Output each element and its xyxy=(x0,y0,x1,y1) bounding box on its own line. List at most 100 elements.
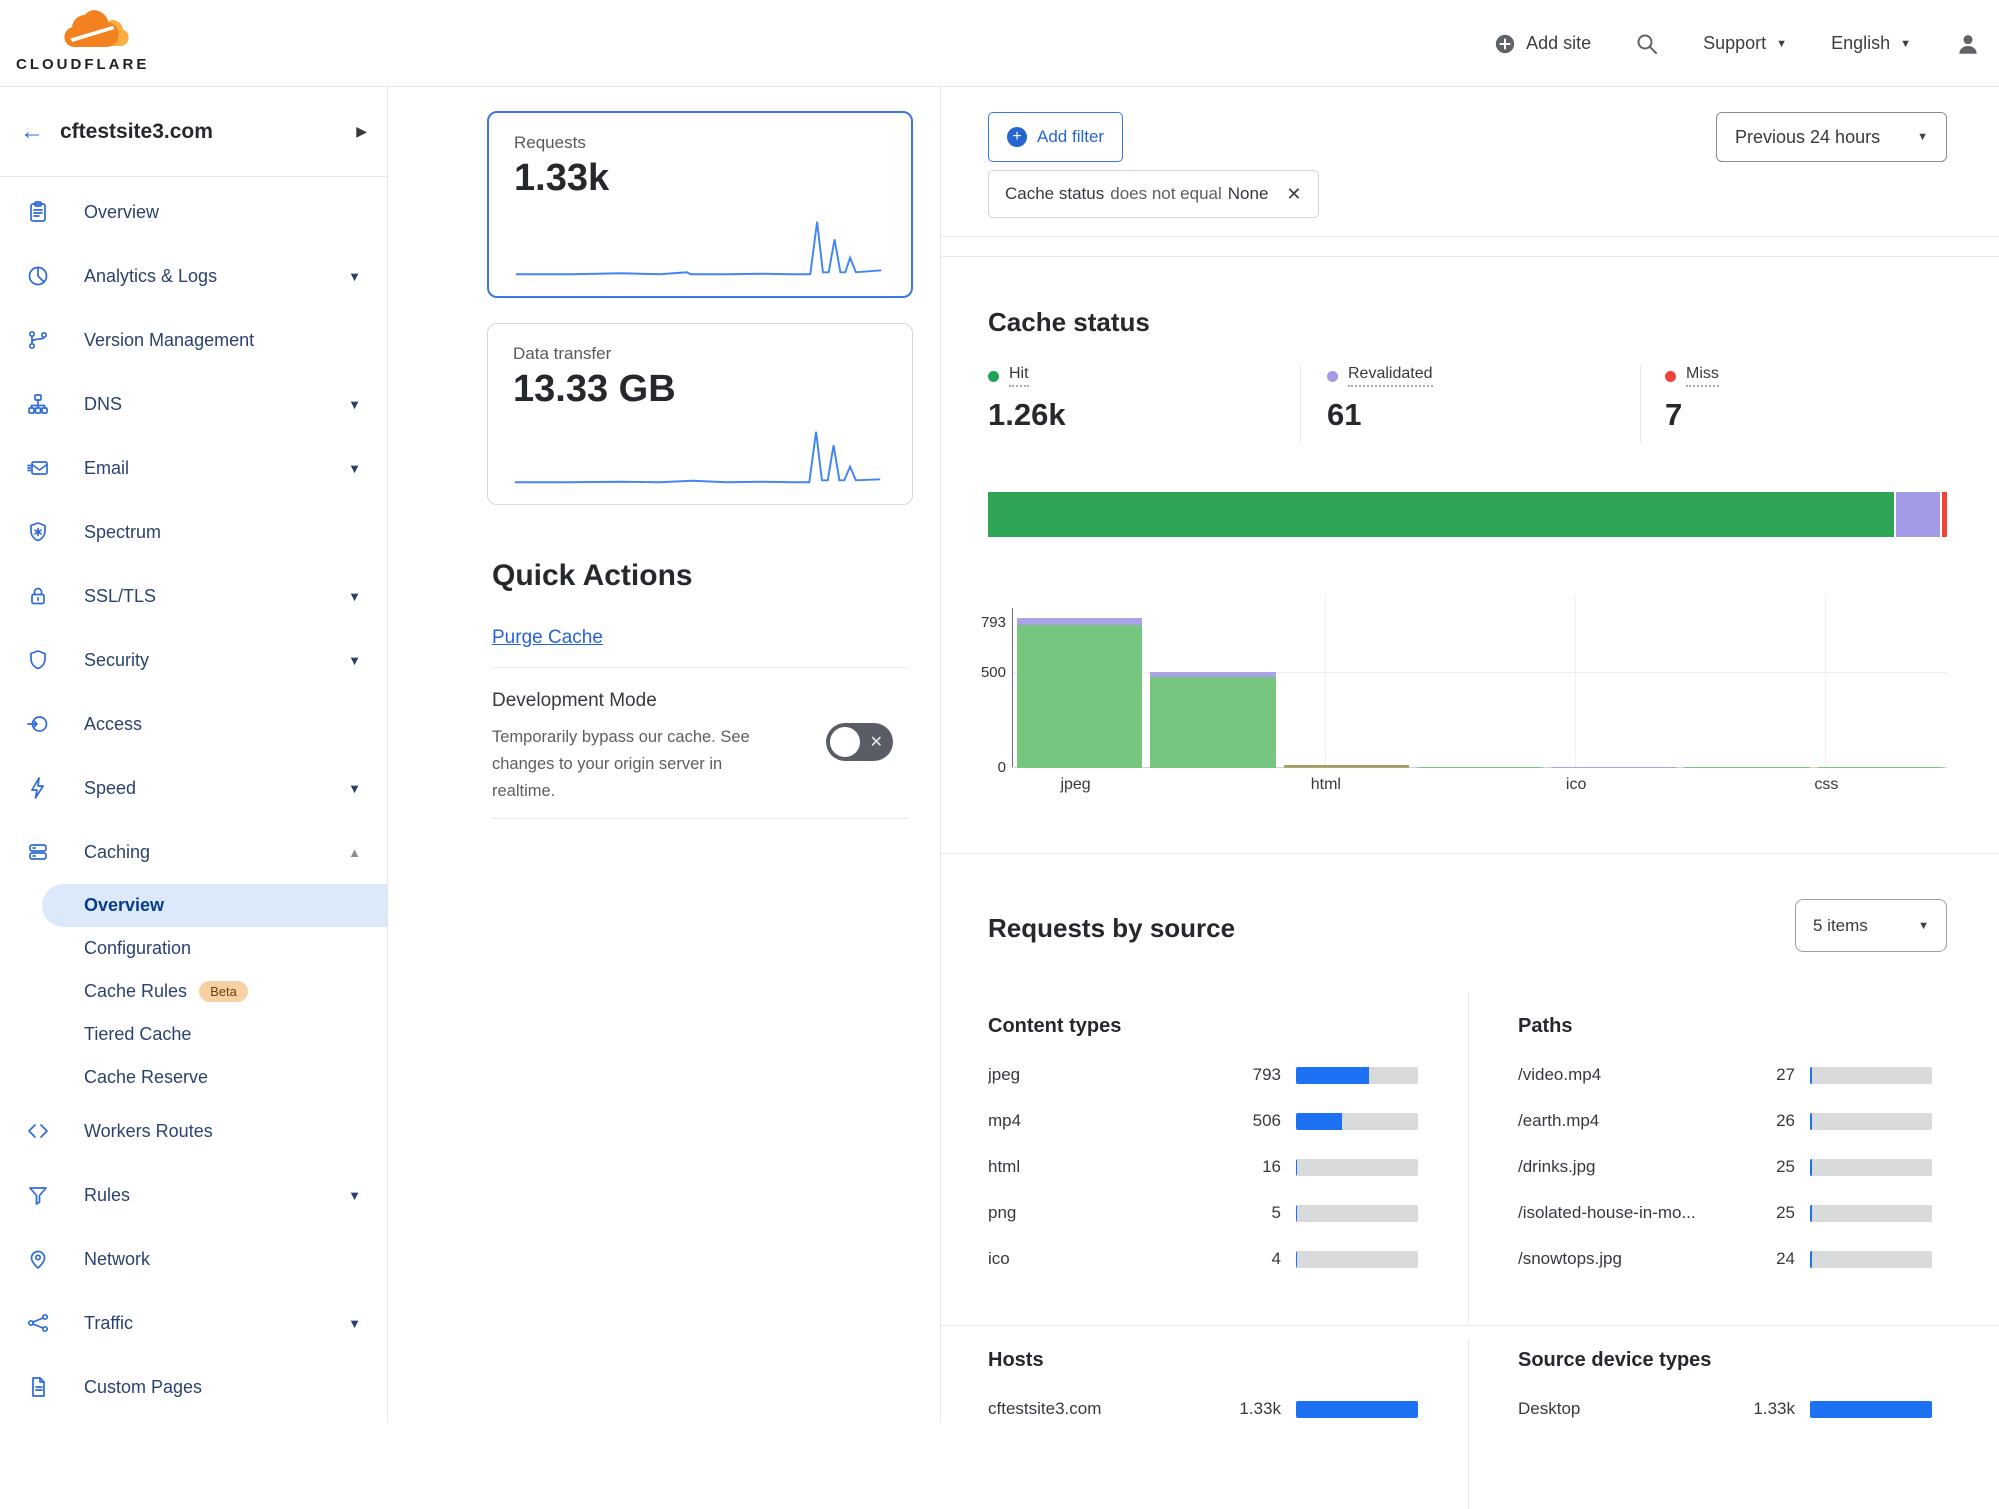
toggle-knob xyxy=(830,727,860,757)
sidebar-item-ssl-tls[interactable]: SSL/TLS▼ xyxy=(0,564,387,628)
stacked-segment-miss xyxy=(1942,492,1947,537)
sidebar-item-speed[interactable]: Speed▼ xyxy=(0,756,387,820)
data-transfer-value: 13.33 GB xyxy=(513,368,676,411)
remove-filter-icon[interactable]: ✕ xyxy=(1286,184,1301,205)
plus-circle-icon: + xyxy=(1007,127,1027,147)
sidebar-nav: OverviewAnalytics & Logs▼Version Managem… xyxy=(0,177,387,1419)
divider xyxy=(1468,992,1469,1322)
sidebar-item-security[interactable]: Security▼ xyxy=(0,628,387,692)
sidebar-item-overview[interactable]: Overview xyxy=(0,180,387,244)
search-button[interactable] xyxy=(1635,32,1659,56)
requests-card[interactable]: Requests 1.33k xyxy=(487,111,913,298)
development-mode-toggle[interactable]: ✕ xyxy=(826,723,893,761)
stacked-segment-hit xyxy=(988,492,1894,537)
chevron-down-icon: ▼ xyxy=(348,653,361,668)
mail-icon xyxy=(26,456,50,480)
cloudflare-logo[interactable]: CLOUDFLARE xyxy=(16,6,166,73)
divider xyxy=(941,236,1999,237)
sidebar-subitem-cache-rules[interactable]: Cache RulesBeta xyxy=(42,970,387,1013)
miss-label[interactable]: Miss xyxy=(1686,365,1719,387)
value-bar xyxy=(1810,1205,1932,1222)
chevron-right-icon[interactable]: ▶ xyxy=(356,123,367,140)
add-site-button[interactable]: Add site xyxy=(1494,33,1591,55)
cache-status-stacked-bar[interactable] xyxy=(988,492,1947,537)
source-row-isolated-house-in-mo: /isolated-house-in-mo...25 xyxy=(1518,1190,1932,1236)
bar-html[interactable] xyxy=(1284,618,1409,768)
hit-segment xyxy=(1818,767,1943,769)
analytics-panel: + Add filter Cache status does not equal… xyxy=(941,87,1999,1422)
bar-jpeg[interactable] xyxy=(1017,618,1142,768)
requests-label: Requests xyxy=(514,133,586,153)
bar-svg[interactable] xyxy=(1684,618,1809,768)
source-row-jpeg: jpeg793 xyxy=(988,1052,1418,1098)
sidebar-item-custom-pages[interactable]: Custom Pages xyxy=(0,1355,387,1419)
sidebar-item-traffic[interactable]: Traffic▼ xyxy=(0,1291,387,1355)
divider xyxy=(1300,365,1301,443)
account-menu[interactable] xyxy=(1955,31,1981,57)
y-axis-tick: 500 xyxy=(964,664,1006,681)
sidebar-item-email[interactable]: Email▼ xyxy=(0,436,387,500)
value-bar xyxy=(1810,1067,1932,1084)
purge-cache-link[interactable]: Purge Cache xyxy=(492,627,603,649)
divider xyxy=(941,853,1999,854)
sidebar-item-network[interactable]: Network xyxy=(0,1227,387,1291)
chevron-down-icon: ▼ xyxy=(348,589,361,604)
device-types-title: Source device types xyxy=(1518,1349,1932,1372)
source-row-drinks-jpg: /drinks.jpg25 xyxy=(1518,1144,1932,1190)
sidebar-subitem-tiered-cache[interactable]: Tiered Cache xyxy=(42,1013,387,1056)
x-axis-label: ico xyxy=(1566,776,1586,794)
sidebar-subitem-configuration[interactable]: Configuration xyxy=(42,927,387,970)
time-range-select[interactable]: Previous 24 hours ▼ xyxy=(1716,112,1947,162)
sidebar-item-access[interactable]: Access xyxy=(0,692,387,756)
bar-mp4[interactable] xyxy=(1150,618,1275,768)
beta-badge: Beta xyxy=(199,981,248,1002)
sidebar-item-dns[interactable]: DNS▼ xyxy=(0,372,387,436)
clipboard-icon xyxy=(26,200,50,224)
divider xyxy=(492,818,908,819)
bar-png[interactable] xyxy=(1417,618,1542,768)
divider xyxy=(941,1325,1999,1326)
sidebar-item-version-management[interactable]: Version Management xyxy=(0,308,387,372)
divider xyxy=(1468,1339,1469,1509)
development-mode-title: Development Mode xyxy=(492,690,657,712)
source-row-cftestsite3-com: cftestsite3.com1.33k xyxy=(988,1386,1418,1432)
sidebar-item-spectrum[interactable]: Spectrum xyxy=(0,500,387,564)
data-transfer-card[interactable]: Data transfer 13.33 GB xyxy=(487,323,913,505)
filter-chip: Cache status does not equal None ✕ xyxy=(988,170,1319,218)
requests-by-source-title: Requests by source xyxy=(988,913,1235,944)
lock-icon xyxy=(26,584,50,608)
sidebar-item-analytics-logs[interactable]: Analytics & Logs▼ xyxy=(0,244,387,308)
support-menu[interactable]: Support ▼ xyxy=(1703,33,1787,54)
bolt-icon xyxy=(26,776,50,800)
sidebar-subitem-cache-reserve[interactable]: Cache Reserve xyxy=(42,1056,387,1099)
y-axis-tick: 793 xyxy=(964,614,1006,631)
sidebar-subitem-overview[interactable]: Overview xyxy=(42,884,387,927)
add-filter-button[interactable]: + Add filter xyxy=(988,112,1123,162)
toggle-off-x-icon: ✕ xyxy=(870,732,883,752)
sidebar-item-caching[interactable]: Caching▲ xyxy=(0,820,387,884)
sidebar-item-rules[interactable]: Rules▼ xyxy=(0,1163,387,1227)
legend-revalidated: Revalidated 61 xyxy=(1327,365,1433,433)
funnel-icon xyxy=(26,1183,50,1207)
bar-ico[interactable] xyxy=(1551,618,1676,768)
bar-css[interactable] xyxy=(1818,618,1943,768)
site-name: cftestsite3.com xyxy=(60,120,356,144)
server-stack-icon xyxy=(26,840,50,864)
revalidated-label[interactable]: Revalidated xyxy=(1348,365,1433,387)
revalidated-dot xyxy=(1327,371,1338,382)
stacked-segment-revalidated xyxy=(1896,492,1940,537)
content-types-list: Content types jpeg793mp4506html16png5ico… xyxy=(988,1015,1418,1282)
source-row-video-mp4: /video.mp427 xyxy=(1518,1052,1932,1098)
back-arrow-icon[interactable]: ← xyxy=(20,118,60,146)
chevron-up-icon: ▲ xyxy=(348,845,361,860)
items-count-select[interactable]: 5 items ▼ xyxy=(1795,899,1947,952)
data-transfer-sparkline xyxy=(513,422,882,490)
hit-dot xyxy=(988,371,999,382)
hit-label[interactable]: Hit xyxy=(1009,365,1029,387)
language-menu[interactable]: English ▼ xyxy=(1831,33,1911,54)
cache-status-title: Cache status xyxy=(988,307,1150,338)
chevron-down-icon: ▼ xyxy=(1776,38,1787,50)
hit-segment xyxy=(1017,625,1142,768)
sidebar-item-workers-routes[interactable]: Workers Routes xyxy=(0,1099,387,1163)
divider xyxy=(492,667,908,668)
